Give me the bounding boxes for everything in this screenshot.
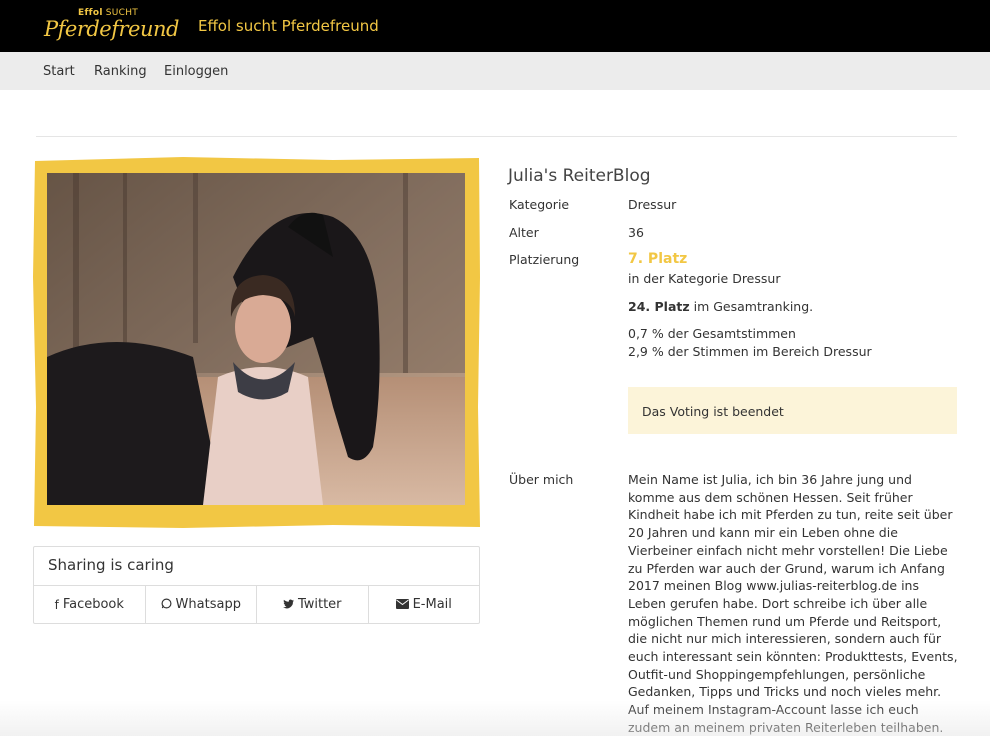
- share-buttons: f Facebook Whatsapp Twitter E-Mail: [34, 585, 479, 623]
- total-rank-number: 24. Platz: [628, 299, 690, 314]
- facebook-icon: f: [54, 597, 59, 612]
- about-text: Mein Name ist Julia, ich bin 36 Jahre ju…: [628, 472, 958, 735]
- share-whatsapp-label: Whatsapp: [175, 597, 241, 612]
- twitter-icon: [282, 598, 294, 612]
- share-twitter-label: Twitter: [297, 597, 342, 612]
- envelope-icon: [395, 598, 409, 612]
- profile-photo: [33, 157, 481, 529]
- nav-bar: Start Ranking Einloggen: [0, 52, 990, 90]
- divider: [36, 136, 957, 137]
- share-email-label: E-Mail: [412, 597, 452, 612]
- sharing-panel: Sharing is caring f Facebook Whatsapp Tw…: [33, 546, 480, 624]
- share-facebook-button[interactable]: f Facebook: [34, 586, 146, 623]
- logo-big-text: Pferdefreund: [44, 17, 179, 41]
- site-title[interactable]: Effol sucht Pferdefreund: [198, 17, 379, 35]
- whatsapp-icon: [161, 598, 172, 612]
- top-bar: Effol SUCHT Pferdefreund Effol sucht Pfer…: [0, 0, 990, 52]
- blog-name: Julia's ReiterBlog: [508, 166, 651, 186]
- percent-category: 2,9 % der Stimmen im Bereich Dressur: [628, 344, 872, 359]
- total-rank-text: im Gesamtranking.: [693, 299, 814, 314]
- category-value: Dressur: [628, 197, 677, 212]
- share-twitter-button[interactable]: Twitter: [257, 586, 369, 623]
- about-label: Über mich: [509, 472, 574, 487]
- age-label: Alter: [509, 225, 539, 240]
- nav-login[interactable]: Einloggen: [164, 64, 228, 79]
- category-label: Kategorie: [509, 197, 570, 212]
- age-value: 36: [628, 225, 644, 240]
- share-email-button[interactable]: E-Mail: [369, 586, 480, 623]
- voting-status-text: Das Voting ist beendet: [642, 404, 784, 419]
- share-whatsapp-button[interactable]: Whatsapp: [146, 586, 257, 623]
- total-rank: 24. Platz im Gesamtranking.: [628, 299, 813, 314]
- placement-label: Platzierung: [509, 252, 580, 267]
- percent-total: 0,7 % der Gesamtstimmen: [628, 326, 796, 341]
- nav-ranking[interactable]: Ranking: [94, 64, 147, 79]
- rank-subtitle: in der Kategorie Dressur: [628, 271, 781, 286]
- sharing-title: Sharing is caring: [48, 556, 174, 574]
- nav-start[interactable]: Start: [43, 64, 75, 79]
- voting-status-box: Das Voting ist beendet: [628, 387, 957, 434]
- rank-value: 7. Platz: [628, 251, 688, 267]
- share-facebook-label: Facebook: [62, 597, 124, 612]
- logo[interactable]: Effol SUCHT Pferdefreund: [44, 6, 179, 46]
